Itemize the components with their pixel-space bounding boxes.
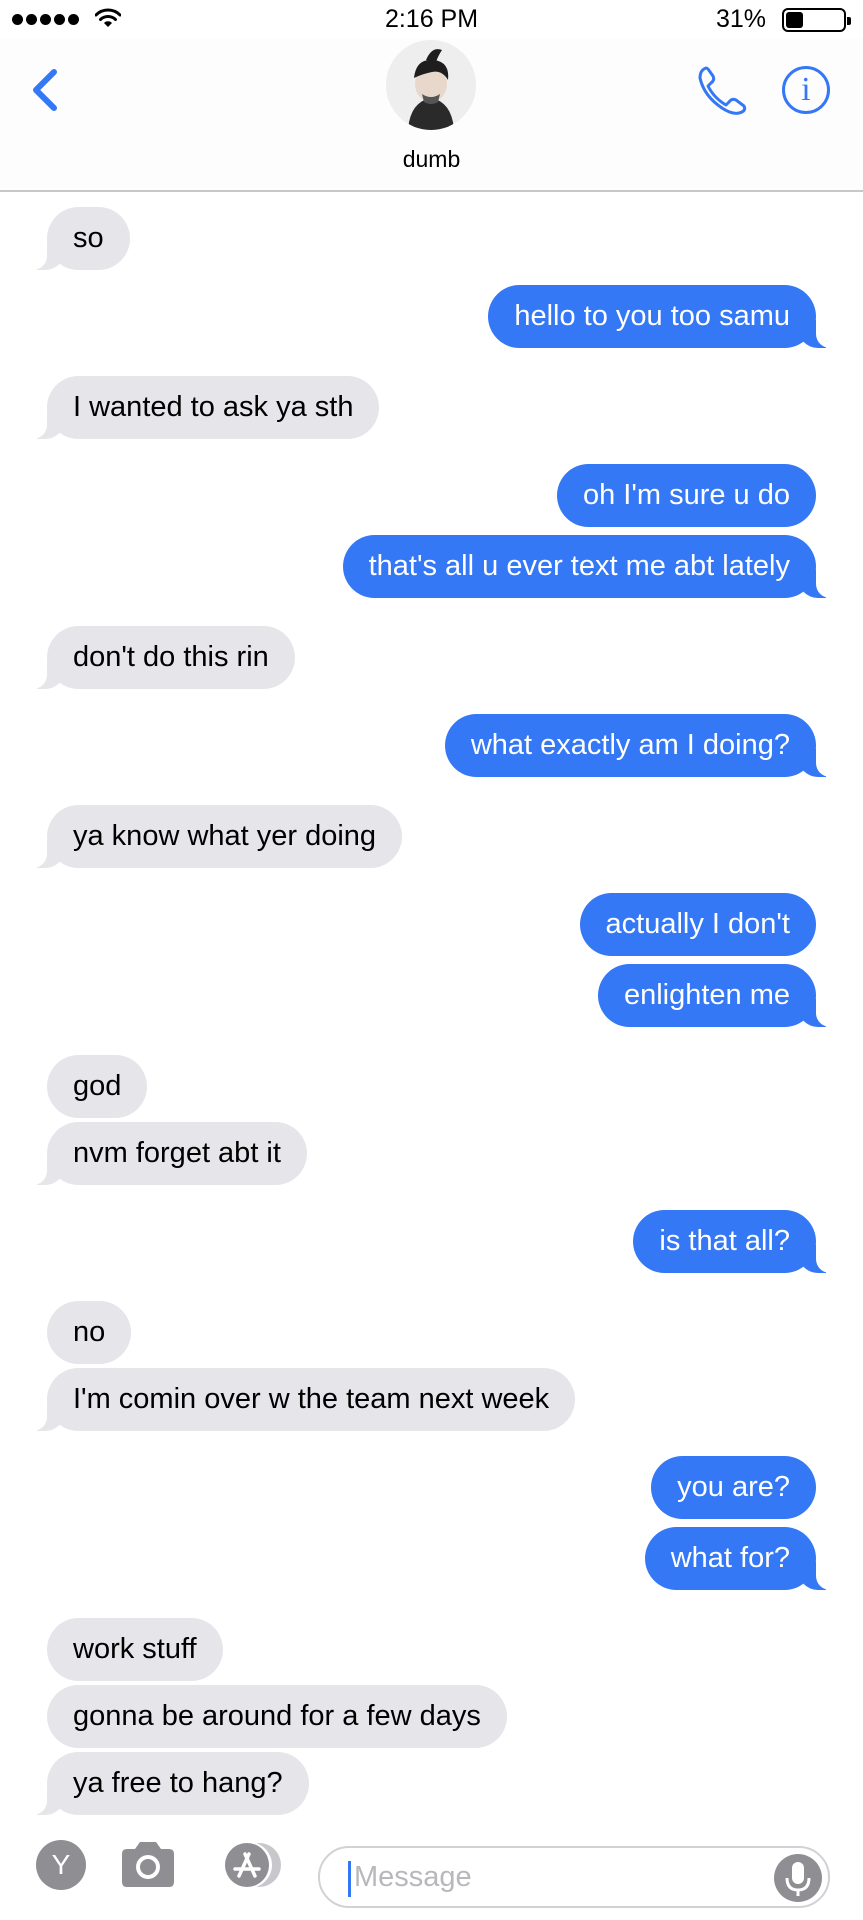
message-bubble-incoming: no	[47, 1301, 132, 1364]
app-button[interactable]: Y	[36, 1840, 86, 1890]
message-bubble-incoming: nvm forget abt it	[25, 1122, 307, 1185]
message-text: work stuff	[47, 1618, 223, 1681]
message-text: I'm comin over w the team next week	[24, 1368, 576, 1431]
message-text: enlighten me	[597, 964, 839, 1027]
message-text: so	[25, 207, 130, 270]
message-text: actually I don't	[579, 893, 816, 956]
status-bar: 2:16 PM 31%	[0, 0, 863, 38]
message-bubble-incoming: so	[25, 207, 130, 270]
message-text: nvm forget abt it	[25, 1122, 307, 1185]
battery-icon	[782, 8, 851, 32]
message-text: what exactly am I doing?	[444, 714, 839, 777]
compose-bar: Y Message	[0, 1826, 863, 1920]
app-store-icon[interactable]	[215, 1840, 289, 1890]
message-bubble-outgoing: hello to you too samu	[488, 285, 838, 348]
message-text: gonna be around for a few days	[47, 1685, 507, 1748]
message-text: don't do this rin	[25, 626, 295, 689]
chevron-left-icon[interactable]	[26, 60, 66, 120]
message-bubble-incoming: ya know what yer doing	[24, 805, 403, 868]
message-input[interactable]: Message	[318, 1846, 830, 1908]
message-text: ya know what yer doing	[24, 805, 403, 868]
message-text: I wanted to ask ya sth	[24, 376, 380, 439]
message-bubble-outgoing: is that all?	[633, 1210, 838, 1273]
battery-percent: 31%	[715, 5, 766, 33]
message-bubble-incoming: I wanted to ask ya sth	[24, 376, 380, 439]
message-placeholder: Message	[354, 1861, 472, 1893]
message-text: ya free to hang?	[25, 1752, 309, 1815]
conversation-header: dumb i	[0, 38, 863, 192]
contact-name[interactable]: dumb	[0, 146, 863, 173]
message-text: is that all?	[633, 1210, 838, 1273]
message-bubble-outgoing: oh I'm sure u do	[556, 464, 816, 527]
message-text: you are?	[651, 1456, 816, 1519]
avatar-image	[386, 40, 476, 130]
message-text: god	[47, 1055, 148, 1118]
info-icon[interactable]: i	[782, 66, 830, 114]
message-bubble-incoming: I'm comin over w the team next week	[24, 1368, 576, 1431]
message-bubble-outgoing: actually I don't	[579, 893, 816, 956]
message-bubble-outgoing: what exactly am I doing?	[444, 714, 839, 777]
message-bubble-outgoing: that's all u ever text me abt lately	[342, 535, 839, 598]
phone-icon[interactable]	[692, 60, 752, 120]
message-bubble-outgoing: you are?	[651, 1456, 816, 1519]
message-bubble-incoming: work stuff	[47, 1618, 223, 1681]
message-bubble-outgoing: what for?	[644, 1527, 839, 1590]
message-bubble-incoming: ya free to hang?	[25, 1752, 309, 1815]
message-text: oh I'm sure u do	[556, 464, 816, 527]
avatar[interactable]	[386, 40, 476, 130]
message-text: what for?	[644, 1527, 839, 1590]
message-bubble-incoming: gonna be around for a few days	[47, 1685, 507, 1748]
message-bubble-incoming: god	[47, 1055, 148, 1118]
message-text: no	[47, 1301, 132, 1364]
message-bubble-incoming: don't do this rin	[25, 626, 295, 689]
microphone-icon[interactable]	[774, 1854, 822, 1902]
message-text: hello to you too samu	[488, 285, 838, 348]
text-caret	[348, 1861, 351, 1897]
camera-icon[interactable]	[118, 1836, 178, 1892]
message-text: that's all u ever text me abt lately	[342, 535, 839, 598]
message-bubble-outgoing: enlighten me	[597, 964, 839, 1027]
